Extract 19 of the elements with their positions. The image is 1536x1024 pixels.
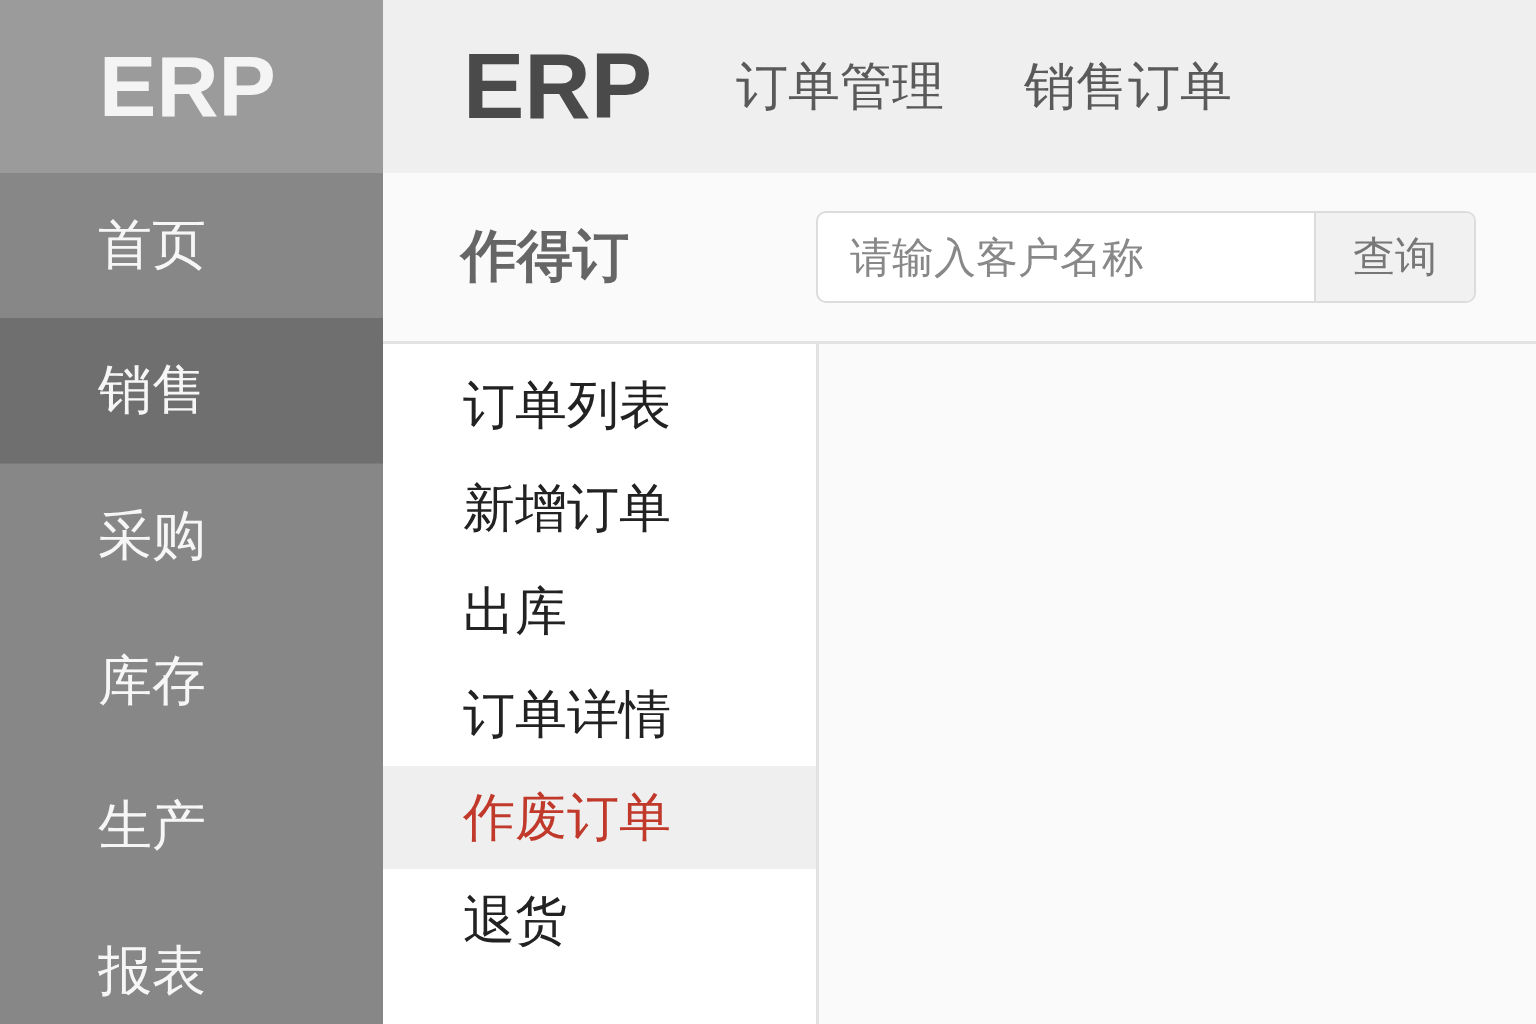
search-button[interactable]: 查询	[1314, 213, 1474, 301]
sidebar-logo: ERP	[0, 0, 383, 173]
breadcrumb-link[interactable]: 订单管理	[736, 51, 945, 122]
submenu-item[interactable]: 出库	[383, 560, 816, 663]
sidebar-item[interactable]: 销售	[0, 318, 383, 464]
submenu-item[interactable]: 退货	[383, 869, 816, 972]
submenu-item[interactable]: 新增订单	[383, 457, 816, 560]
search-field[interactable]: 请输入客户名称 查询	[816, 211, 1476, 303]
sidebar-item[interactable]: 库存	[0, 609, 383, 754]
sidebar-item[interactable]: 生产	[0, 754, 383, 899]
header-logo: ERP	[463, 34, 653, 139]
sidebar-item[interactable]: 首页	[0, 173, 383, 318]
submenu-item[interactable]: 订单列表	[383, 354, 816, 457]
submenu-item[interactable]: 作废订单	[383, 766, 816, 869]
sidebar-item[interactable]: 采购	[0, 464, 383, 609]
page-title: 作得订	[458, 222, 630, 290]
breadcrumb-link[interactable]: 销售订单	[1024, 51, 1233, 122]
sidebar-item[interactable]: 报表	[0, 899, 383, 1024]
submenu-item[interactable]: 订单详情	[383, 663, 816, 766]
